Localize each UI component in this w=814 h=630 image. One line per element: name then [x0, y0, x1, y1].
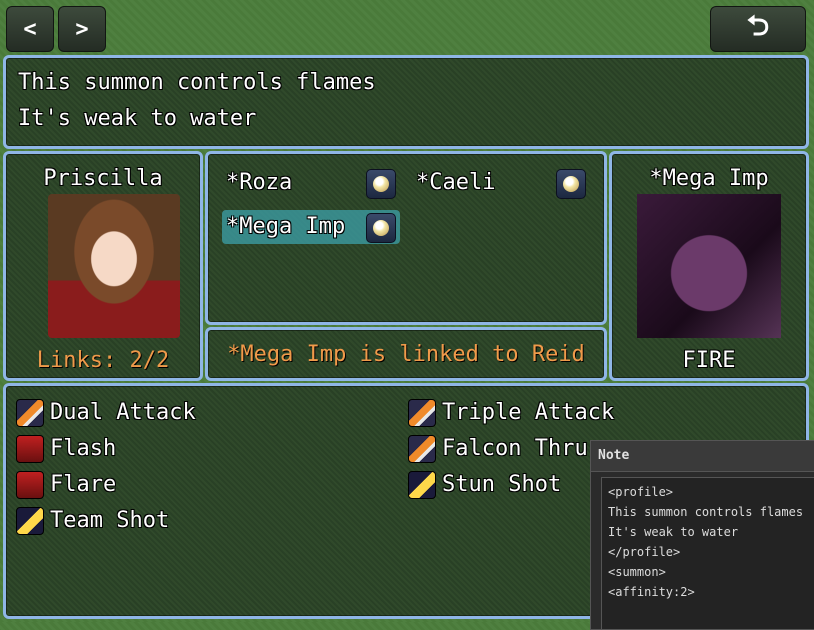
actor-window: Priscilla Links: 2/2 — [3, 151, 203, 381]
note-line: This summon controls flames — [608, 505, 804, 519]
summon-name: *Mega Imp — [226, 214, 346, 239]
summon-info-window: *Mega Imp FIRE — [609, 151, 809, 381]
sword-icon — [16, 399, 44, 427]
summon-element: FIRE — [682, 348, 736, 373]
summon-list-window: *Roza *Caeli *Mega Imp — [205, 151, 607, 325]
summon-item-roza[interactable]: *Roza — [222, 166, 398, 200]
link-status-text: *Mega Imp is linked to Reid — [227, 342, 585, 367]
note-panel: Note <profile> This summon controls flam… — [590, 440, 814, 630]
note-line: <summon> — [608, 565, 666, 579]
help-window: This summon controls flames It's weak to… — [3, 55, 809, 149]
actor-name: Priscilla — [43, 166, 163, 191]
next-button[interactable]: > — [58, 6, 106, 52]
prev-button[interactable]: < — [6, 6, 54, 52]
shot-icon — [408, 471, 436, 499]
link-status-window: *Mega Imp is linked to Reid — [205, 327, 607, 381]
flash-icon — [16, 435, 44, 463]
summon-item-mega-imp[interactable]: *Mega Imp — [222, 210, 400, 244]
summon-info-name: *Mega Imp — [649, 166, 769, 191]
shot-icon — [16, 507, 44, 535]
orb-icon — [366, 213, 396, 243]
help-line-2: It's weak to water — [18, 106, 257, 131]
orb-icon — [556, 169, 586, 199]
summon-name: *Roza — [226, 170, 293, 195]
note-body[interactable]: <profile> This summon controls flames It… — [601, 477, 814, 629]
back-button[interactable]: ⮌ — [710, 6, 806, 52]
summon-item-caeli[interactable]: *Caeli — [412, 166, 588, 200]
orb-icon — [366, 169, 396, 199]
sword-icon — [408, 435, 436, 463]
sword-icon — [408, 399, 436, 427]
note-title: Note — [591, 441, 814, 472]
actor-portrait — [48, 194, 180, 338]
note-line: <profile> — [608, 485, 674, 499]
note-line: It's weak to water — [608, 525, 739, 539]
note-line: <affinity:2> — [608, 585, 695, 599]
note-line: </profile> — [608, 545, 681, 559]
summon-name: *Caeli — [416, 170, 496, 195]
summon-portrait — [637, 194, 781, 338]
links-count: Links: 2/2 — [36, 348, 170, 373]
help-line-1: This summon controls flames — [18, 70, 376, 95]
flash-icon — [16, 471, 44, 499]
